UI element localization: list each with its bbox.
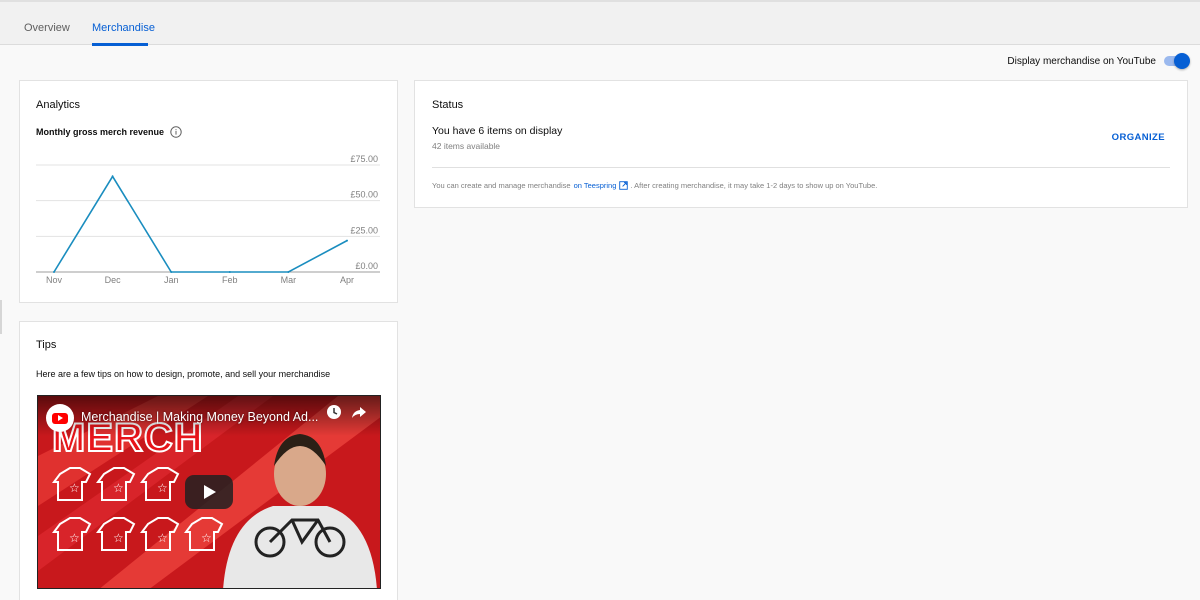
x-tick-label: Nov xyxy=(46,275,63,285)
x-tick-label: Feb xyxy=(222,275,238,285)
revenue-line-chart: £75.00 £50.00 £25.00 £0.00 Nov Dec Jan Feb Mar Ap… xyxy=(36,154,380,285)
tips-video-player[interactable]: ☆ ☆ ☆ ☆ ☆ ☆ ☆ MERCH Merchandise | Making Mone… xyxy=(37,395,381,589)
share-icon[interactable] xyxy=(351,404,367,420)
data-point xyxy=(346,239,348,242)
data-point xyxy=(287,271,290,273)
tab-merchandise[interactable]: Merchandise xyxy=(92,22,155,34)
teespring-link[interactable]: on Teespring xyxy=(574,181,617,190)
youtube-logo-icon[interactable] xyxy=(46,404,74,432)
items-on-display: You have 6 items on display xyxy=(432,125,563,137)
revenue-series-line xyxy=(53,174,348,273)
svg-text:☆: ☆ xyxy=(157,531,168,545)
tips-card: Tips Here are a few tips on how to desig… xyxy=(19,321,398,600)
x-tick-label: Mar xyxy=(281,275,297,285)
display-merch-toggle[interactable] xyxy=(1162,53,1190,69)
data-point xyxy=(111,175,114,178)
data-point xyxy=(170,271,173,273)
status-title: Status xyxy=(432,99,464,111)
organize-button[interactable]: ORGANIZE xyxy=(1112,132,1165,143)
tips-title: Tips xyxy=(36,339,57,351)
tips-description: Here are a few tips on how to design, pr… xyxy=(36,369,331,379)
svg-text:☆: ☆ xyxy=(157,481,168,495)
x-tick-label: Apr xyxy=(340,275,354,285)
display-merch-toggle-row: Display merchandise on YouTube xyxy=(1007,53,1190,69)
toggle-knob xyxy=(1174,53,1190,69)
x-tick-label: Jan xyxy=(164,275,179,285)
note-text-after: . After creating merchandise, it may tak… xyxy=(630,181,878,190)
tab-bar: Overview Merchandise xyxy=(0,0,1200,46)
play-button-icon[interactable] xyxy=(185,475,233,509)
display-merch-label: Display merchandise on YouTube xyxy=(1007,55,1156,67)
active-tab-indicator xyxy=(92,43,148,46)
status-note: You can create and manage merchandise on… xyxy=(432,181,877,190)
analytics-card: Analytics Monthly gross merch revenue £7… xyxy=(19,80,398,303)
y-tick-label: £75.00 xyxy=(350,154,378,164)
status-card: Status You have 6 items on display 42 it… xyxy=(414,80,1188,208)
tab-overview[interactable]: Overview xyxy=(24,22,70,34)
y-tick-label: £50.00 xyxy=(350,190,378,200)
note-text-before: You can create and manage merchandise xyxy=(432,181,571,190)
external-link-icon[interactable] xyxy=(619,181,629,190)
svg-text:☆: ☆ xyxy=(69,481,80,495)
svg-text:☆: ☆ xyxy=(69,531,80,545)
items-available: 42 items available xyxy=(432,141,501,151)
x-tick-label: Dec xyxy=(105,275,122,285)
data-point xyxy=(228,271,231,273)
divider xyxy=(432,167,1170,168)
svg-text:☆: ☆ xyxy=(113,531,124,545)
svg-text:☆: ☆ xyxy=(201,531,212,545)
y-tick-label: £0.00 xyxy=(355,261,378,271)
data-point xyxy=(53,271,55,273)
svg-text:☆: ☆ xyxy=(113,481,124,495)
left-edge-marker xyxy=(0,300,2,334)
video-title[interactable]: Merchandise | Making Money Beyond Ad... xyxy=(81,410,318,424)
y-tick-label: £25.00 xyxy=(350,225,378,235)
watch-later-clock-icon[interactable] xyxy=(326,404,342,420)
